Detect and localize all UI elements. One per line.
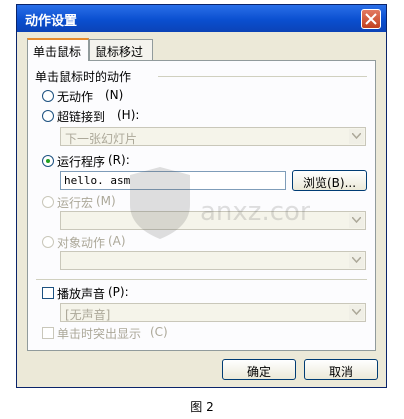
radio-hyperlink[interactable]	[42, 110, 54, 122]
radio-run-program[interactable]	[42, 155, 54, 167]
hyperlink-dropdown[interactable]: 下一张幻灯片	[60, 127, 366, 146]
run-macro-label: 运行宏	[57, 196, 94, 210]
radio-no-action[interactable]	[42, 90, 54, 102]
object-action-dropdown[interactable]	[60, 251, 366, 270]
sound-dropdown[interactable]: [无声音]	[60, 303, 366, 322]
object-action-key: (A)	[108, 234, 126, 248]
tab-panel: 单击鼠标时的动作 无动作 (N) 超链接到 (H): 下一张幻灯片 运行程序 (…	[27, 60, 376, 351]
hyperlink-label: 超链接到	[57, 110, 106, 124]
sound-dropdown-value: [无声音]	[65, 308, 111, 322]
browse-button[interactable]: 浏览(B)...	[292, 170, 367, 191]
play-sound-label: 播放声音	[57, 287, 106, 301]
no-action-key: (N)	[105, 88, 124, 102]
run-macro-key: (M)	[96, 194, 116, 208]
group-title: 单击鼠标时的动作	[35, 68, 136, 85]
hyperlink-dropdown-value: 下一张幻灯片	[65, 132, 138, 146]
chevron-down-icon	[349, 129, 364, 144]
radio-object-action[interactable]	[42, 236, 54, 248]
sound-divider	[36, 279, 367, 280]
figure-caption: 图 2	[190, 400, 214, 414]
title-bar[interactable]: 动作设置	[17, 5, 386, 32]
tab-mouse-click[interactable]: 单击鼠标	[27, 38, 89, 61]
macro-dropdown[interactable]	[60, 211, 366, 230]
close-button[interactable]	[361, 9, 381, 29]
chevron-down-icon	[349, 253, 364, 268]
run-program-label: 运行程序	[57, 155, 106, 169]
object-action-label: 对象动作	[57, 236, 106, 250]
hyperlink-key: (H):	[117, 108, 140, 122]
browse-label: 浏览	[302, 176, 327, 190]
highlight-checkbox[interactable]	[42, 327, 54, 339]
close-icon	[365, 13, 377, 25]
cancel-button[interactable]: 取消	[304, 359, 378, 380]
run-program-key: (R):	[108, 153, 130, 167]
tab-mouse-over[interactable]: 鼠标移过	[89, 39, 153, 60]
dialog-title: 动作设置	[25, 14, 78, 29]
action-settings-dialog: 动作设置 单击鼠标 鼠标移过 单击鼠标时的动作 无动作 (N) 超链接到 (H)…	[16, 4, 387, 388]
play-sound-checkbox[interactable]	[42, 287, 54, 299]
no-action-label: 无动作	[57, 90, 94, 104]
group-divider	[158, 76, 367, 77]
chevron-down-icon	[349, 305, 364, 320]
ok-button[interactable]: 确定	[222, 359, 296, 380]
highlight-label: 单击时突出显示	[57, 327, 142, 341]
radio-run-macro[interactable]	[42, 196, 54, 208]
chevron-down-icon	[349, 213, 364, 228]
play-sound-key: (P):	[108, 285, 129, 299]
program-path-input[interactable]: hello. asm	[60, 171, 286, 190]
highlight-key: (C)	[150, 325, 168, 339]
browse-key: (B)...	[326, 176, 357, 190]
